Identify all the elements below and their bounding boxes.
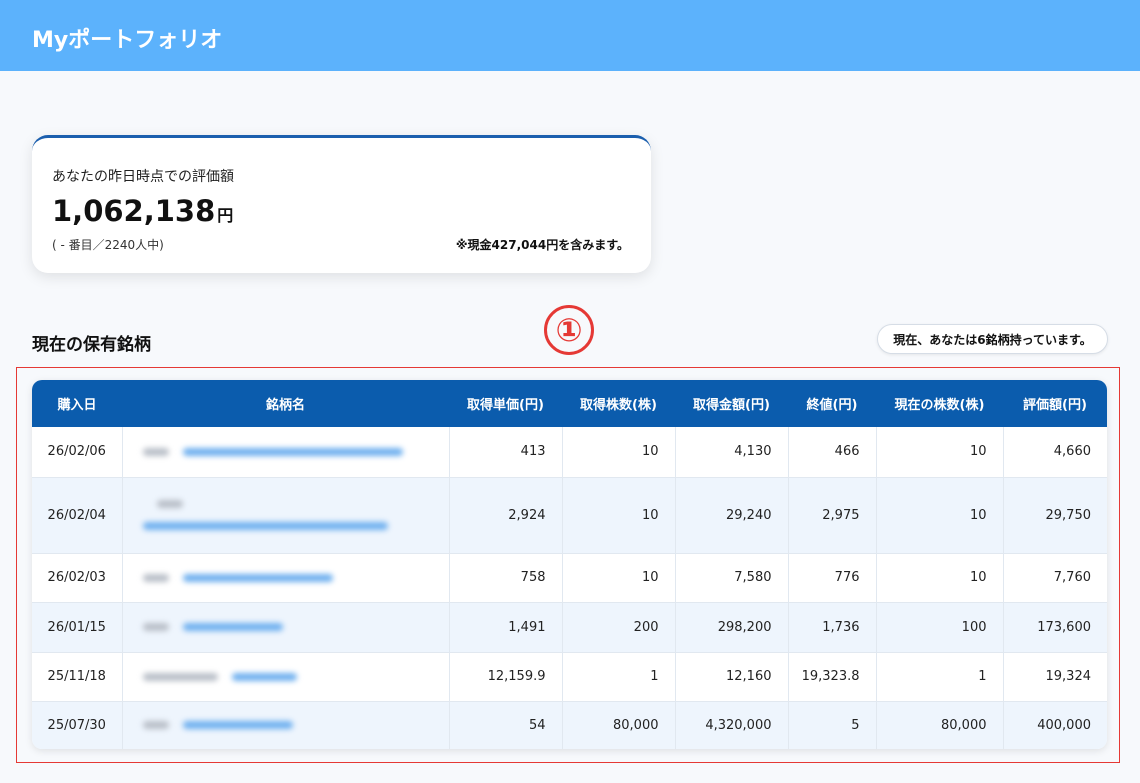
close-price-cell: 19,323.8 [788, 652, 877, 702]
close-price-cell: 5 [788, 701, 877, 749]
app-header: Myポートフォリオ [0, 0, 1140, 71]
column-header-cost: 取得金額(円) [675, 380, 788, 427]
valuation-cell: 400,000 [1003, 701, 1107, 749]
close-price-cell: 466 [788, 427, 877, 478]
valuation-summary-card: あなたの昨日時点での評価額 1,062,138 円 ( - 番目／2240人中) … [32, 135, 651, 273]
shares-cell: 80,000 [562, 701, 676, 749]
current-shares-cell: 80,000 [876, 701, 1004, 749]
valuation-cell: 19,324 [1003, 652, 1107, 702]
cost-cell: 12,160 [675, 652, 789, 702]
shares-cell: 200 [562, 602, 676, 653]
redacted-stock-name [142, 500, 433, 530]
redacted-stock-name [142, 672, 433, 681]
current-shares-cell: 10 [876, 427, 1004, 478]
stock-name-cell[interactable] [122, 477, 450, 554]
stock-name-cell[interactable] [122, 701, 450, 749]
unit-price-cell: 758 [449, 553, 563, 603]
holdings-count-badge: 現在、あなたは6銘柄持っています。 [877, 324, 1108, 354]
table-row[interactable]: 25/07/30 54 80,000 4,320,000 5 80,000 40… [32, 701, 1107, 749]
valuation-value: 1,062,138 [52, 194, 216, 228]
shares-cell: 10 [562, 427, 676, 478]
purchase-date-cell: 26/02/03 [32, 553, 123, 603]
table-row[interactable]: 26/01/15 1,491 200 298,200 1,736 100 173… [32, 602, 1107, 653]
column-header-valuation: 評価額(円) [1003, 380, 1107, 427]
table-header-row: 購入日 銘柄名 取得単価(円) 取得株数(株) 取得金額(円) 終値(円) 現在… [32, 380, 1107, 427]
unit-price-cell: 413 [449, 427, 563, 478]
stock-name-cell[interactable] [122, 427, 450, 478]
cost-cell: 4,320,000 [675, 701, 789, 749]
close-price-cell: 776 [788, 553, 877, 603]
column-header-stock-name: 銘柄名 [122, 380, 449, 427]
cost-cell: 29,240 [675, 477, 789, 554]
column-header-unit-price: 取得単価(円) [449, 380, 562, 427]
purchase-date-cell: 26/02/06 [32, 427, 123, 478]
current-shares-cell: 1 [876, 652, 1004, 702]
shares-cell: 10 [562, 553, 676, 603]
holdings-section-title: 現在の保有銘柄 [32, 335, 151, 355]
ranking-text: ( - 番目／2240人中) [52, 238, 164, 252]
purchase-date-cell: 26/02/04 [32, 477, 123, 554]
valuation-cell: 173,600 [1003, 602, 1107, 653]
valuation-unit: 円 [217, 206, 234, 225]
valuation-cell: 4,660 [1003, 427, 1107, 478]
shares-cell: 10 [562, 477, 676, 554]
shares-cell: 1 [562, 652, 676, 702]
table-row[interactable]: 26/02/03 758 10 7,580 776 10 7,760 [32, 553, 1107, 603]
column-header-shares: 取得株数(株) [562, 380, 675, 427]
purchase-date-cell: 25/11/18 [32, 652, 123, 702]
close-price-cell: 2,975 [788, 477, 877, 554]
column-header-current-shares: 現在の株数(株) [876, 380, 1003, 427]
unit-price-cell: 1,491 [449, 602, 563, 653]
purchase-date-cell: 25/07/30 [32, 701, 123, 749]
cost-cell: 298,200 [675, 602, 789, 653]
stock-name-cell[interactable] [122, 602, 450, 653]
current-shares-cell: 100 [876, 602, 1004, 653]
redacted-stock-name [142, 573, 433, 582]
purchase-date-cell: 26/01/15 [32, 602, 123, 653]
table-row[interactable]: 26/02/06 413 10 4,130 466 10 4,660 [32, 427, 1107, 478]
valuation-cell: 29,750 [1003, 477, 1107, 554]
cost-cell: 7,580 [675, 553, 789, 603]
cash-note: ※現金427,044円を含みます。 [455, 238, 629, 252]
redacted-stock-name [142, 623, 433, 631]
current-shares-cell: 10 [876, 553, 1004, 603]
holdings-table: 購入日 銘柄名 取得単価(円) 取得株数(株) 取得金額(円) 終値(円) 現在… [32, 380, 1107, 749]
redacted-stock-name [142, 447, 433, 456]
unit-price-cell: 12,159.9 [449, 652, 563, 702]
table-row[interactable]: 26/02/04 2,924 10 29,240 2,975 10 29,750 [32, 477, 1107, 554]
close-price-cell: 1,736 [788, 602, 877, 653]
valuation-amount: 1,062,138 円 [52, 194, 233, 228]
valuation-cell: 7,760 [1003, 553, 1107, 603]
annotation-marker-1: ① [544, 305, 594, 355]
current-shares-cell: 10 [876, 477, 1004, 554]
table-row[interactable]: 25/11/18 12,159.9 1 12,160 19,323.8 1 19… [32, 652, 1107, 702]
page-title: Myポートフォリオ [32, 28, 223, 53]
stock-name-cell[interactable] [122, 553, 450, 603]
cost-cell: 4,130 [675, 427, 789, 478]
column-header-purchase-date: 購入日 [32, 380, 122, 427]
unit-price-cell: 2,924 [449, 477, 563, 554]
valuation-label: あなたの昨日時点での評価額 [52, 169, 234, 185]
redacted-stock-name [142, 721, 433, 729]
unit-price-cell: 54 [449, 701, 563, 749]
stock-name-cell[interactable] [122, 652, 450, 702]
column-header-close: 終値(円) [788, 380, 876, 427]
